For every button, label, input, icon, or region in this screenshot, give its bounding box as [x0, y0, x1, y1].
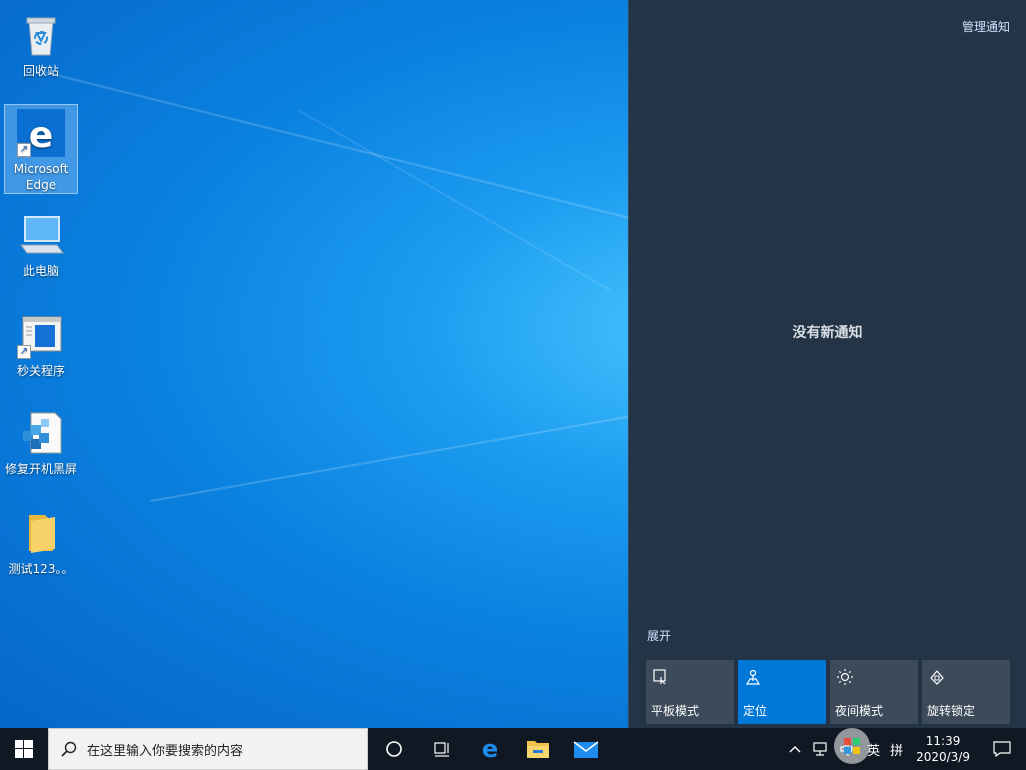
task-view-button[interactable]: [418, 728, 466, 770]
repair-cubes-icon: [17, 409, 65, 457]
ime-mode-indicator[interactable]: 拼: [885, 728, 908, 770]
clock-time: 11:39: [926, 733, 961, 749]
clock[interactable]: 11:39 2020/3/9: [908, 728, 978, 770]
taskbar-search-box[interactable]: 在这里输入你要搜索的内容: [48, 728, 368, 770]
cortana-button[interactable]: [370, 728, 418, 770]
shortcut-arrow-icon: ↗: [17, 143, 31, 157]
svg-text:e: e: [482, 737, 498, 761]
action-center-button[interactable]: [978, 728, 1026, 770]
desktop-icon-app[interactable]: ↗ 秒关程序: [4, 306, 78, 380]
speaker-icon: [839, 741, 857, 757]
quick-action-label: 平板模式: [651, 702, 699, 719]
file-explorer-icon: [526, 738, 550, 760]
taskbar-mail-button[interactable]: [562, 728, 610, 770]
location-icon: [744, 668, 762, 686]
quick-action-location[interactable]: 定位: [738, 660, 826, 724]
quick-action-tablet-mode[interactable]: 平板模式: [646, 660, 734, 724]
quick-action-label: 夜间模式: [835, 702, 883, 719]
taskbar-file-explorer-button[interactable]: [514, 728, 562, 770]
desktop-icon-label: 回收站: [5, 63, 77, 79]
taskbar-edge-button[interactable]: e: [466, 728, 514, 770]
network-button[interactable]: [806, 728, 834, 770]
wallpaper-light-beam: [40, 70, 628, 222]
desktop-icon-label: 修复开机黑屏: [5, 461, 77, 477]
empty-notifications-message: 没有新通知: [629, 322, 1026, 342]
desktop-icon-label: 测试123。。: [5, 561, 77, 577]
quick-action-night-light[interactable]: 夜间模式: [830, 660, 918, 724]
edge-icon: e ↗: [17, 109, 65, 157]
task-view-icon: [433, 740, 451, 758]
svg-text:e: e: [29, 115, 53, 156]
desktop-icon-folder[interactable]: 测试123。。: [4, 504, 78, 578]
quick-action-label: 旋转锁定: [927, 702, 975, 719]
wallpaper-light-beam: [150, 413, 628, 502]
quick-action-rotation-lock[interactable]: 旋转锁定: [922, 660, 1010, 724]
app-window-icon: ↗: [17, 311, 65, 359]
cortana-icon: [385, 740, 403, 758]
shortcut-arrow-icon: ↗: [17, 345, 31, 359]
desktop-icon-recycle-bin[interactable]: 回收站: [4, 6, 78, 80]
network-icon: [811, 741, 829, 757]
start-button[interactable]: [0, 728, 48, 770]
desktop-icon-this-pc[interactable]: 此电脑: [4, 206, 78, 280]
rotation-lock-icon: [928, 668, 946, 686]
clock-date: 2020/3/9: [916, 749, 970, 765]
show-hidden-icons-button[interactable]: [784, 728, 806, 770]
notification-icon: [993, 741, 1011, 757]
desktop-icon-repair[interactable]: 修复开机黑屏: [4, 404, 78, 478]
manage-notifications-link[interactable]: 管理通知: [962, 18, 1010, 35]
recycle-bin-icon: [17, 11, 65, 59]
search-icon: [61, 741, 77, 757]
mail-icon: [573, 739, 599, 759]
night-light-icon: [836, 668, 854, 686]
chevron-up-icon: [789, 745, 801, 753]
search-placeholder: 在这里输入你要搜索的内容: [87, 740, 243, 759]
desktop-icon-label: Microsoft Edge: [5, 161, 77, 193]
folder-icon: [17, 509, 65, 557]
tablet-mode-icon: [652, 668, 670, 686]
windows-logo-icon: [15, 740, 33, 758]
edge-icon: e: [478, 737, 502, 761]
quick-action-label: 定位: [743, 702, 767, 719]
quick-actions: 平板模式 定位 夜间模式 旋转锁定: [646, 660, 1010, 724]
volume-button[interactable]: [834, 728, 862, 770]
this-pc-icon: [17, 211, 65, 259]
action-center: 管理通知 没有新通知 展开 平板模式 定位 夜间模式 旋转锁定: [628, 0, 1026, 728]
expand-quick-actions-link[interactable]: 展开: [647, 627, 671, 644]
desktop-icon-label: 此电脑: [5, 263, 77, 279]
desktop-icon-label: 秒关程序: [5, 363, 77, 379]
system-tray: 英 拼 11:39 2020/3/9: [784, 728, 1026, 770]
taskbar: 在这里输入你要搜索的内容 e: [0, 728, 1026, 770]
desktop-icon-edge[interactable]: e ↗ Microsoft Edge: [4, 104, 78, 194]
ime-language-indicator[interactable]: 英: [862, 728, 885, 770]
desktop[interactable]: 回收站 e ↗ Microsoft Edge 此电脑: [0, 0, 628, 728]
